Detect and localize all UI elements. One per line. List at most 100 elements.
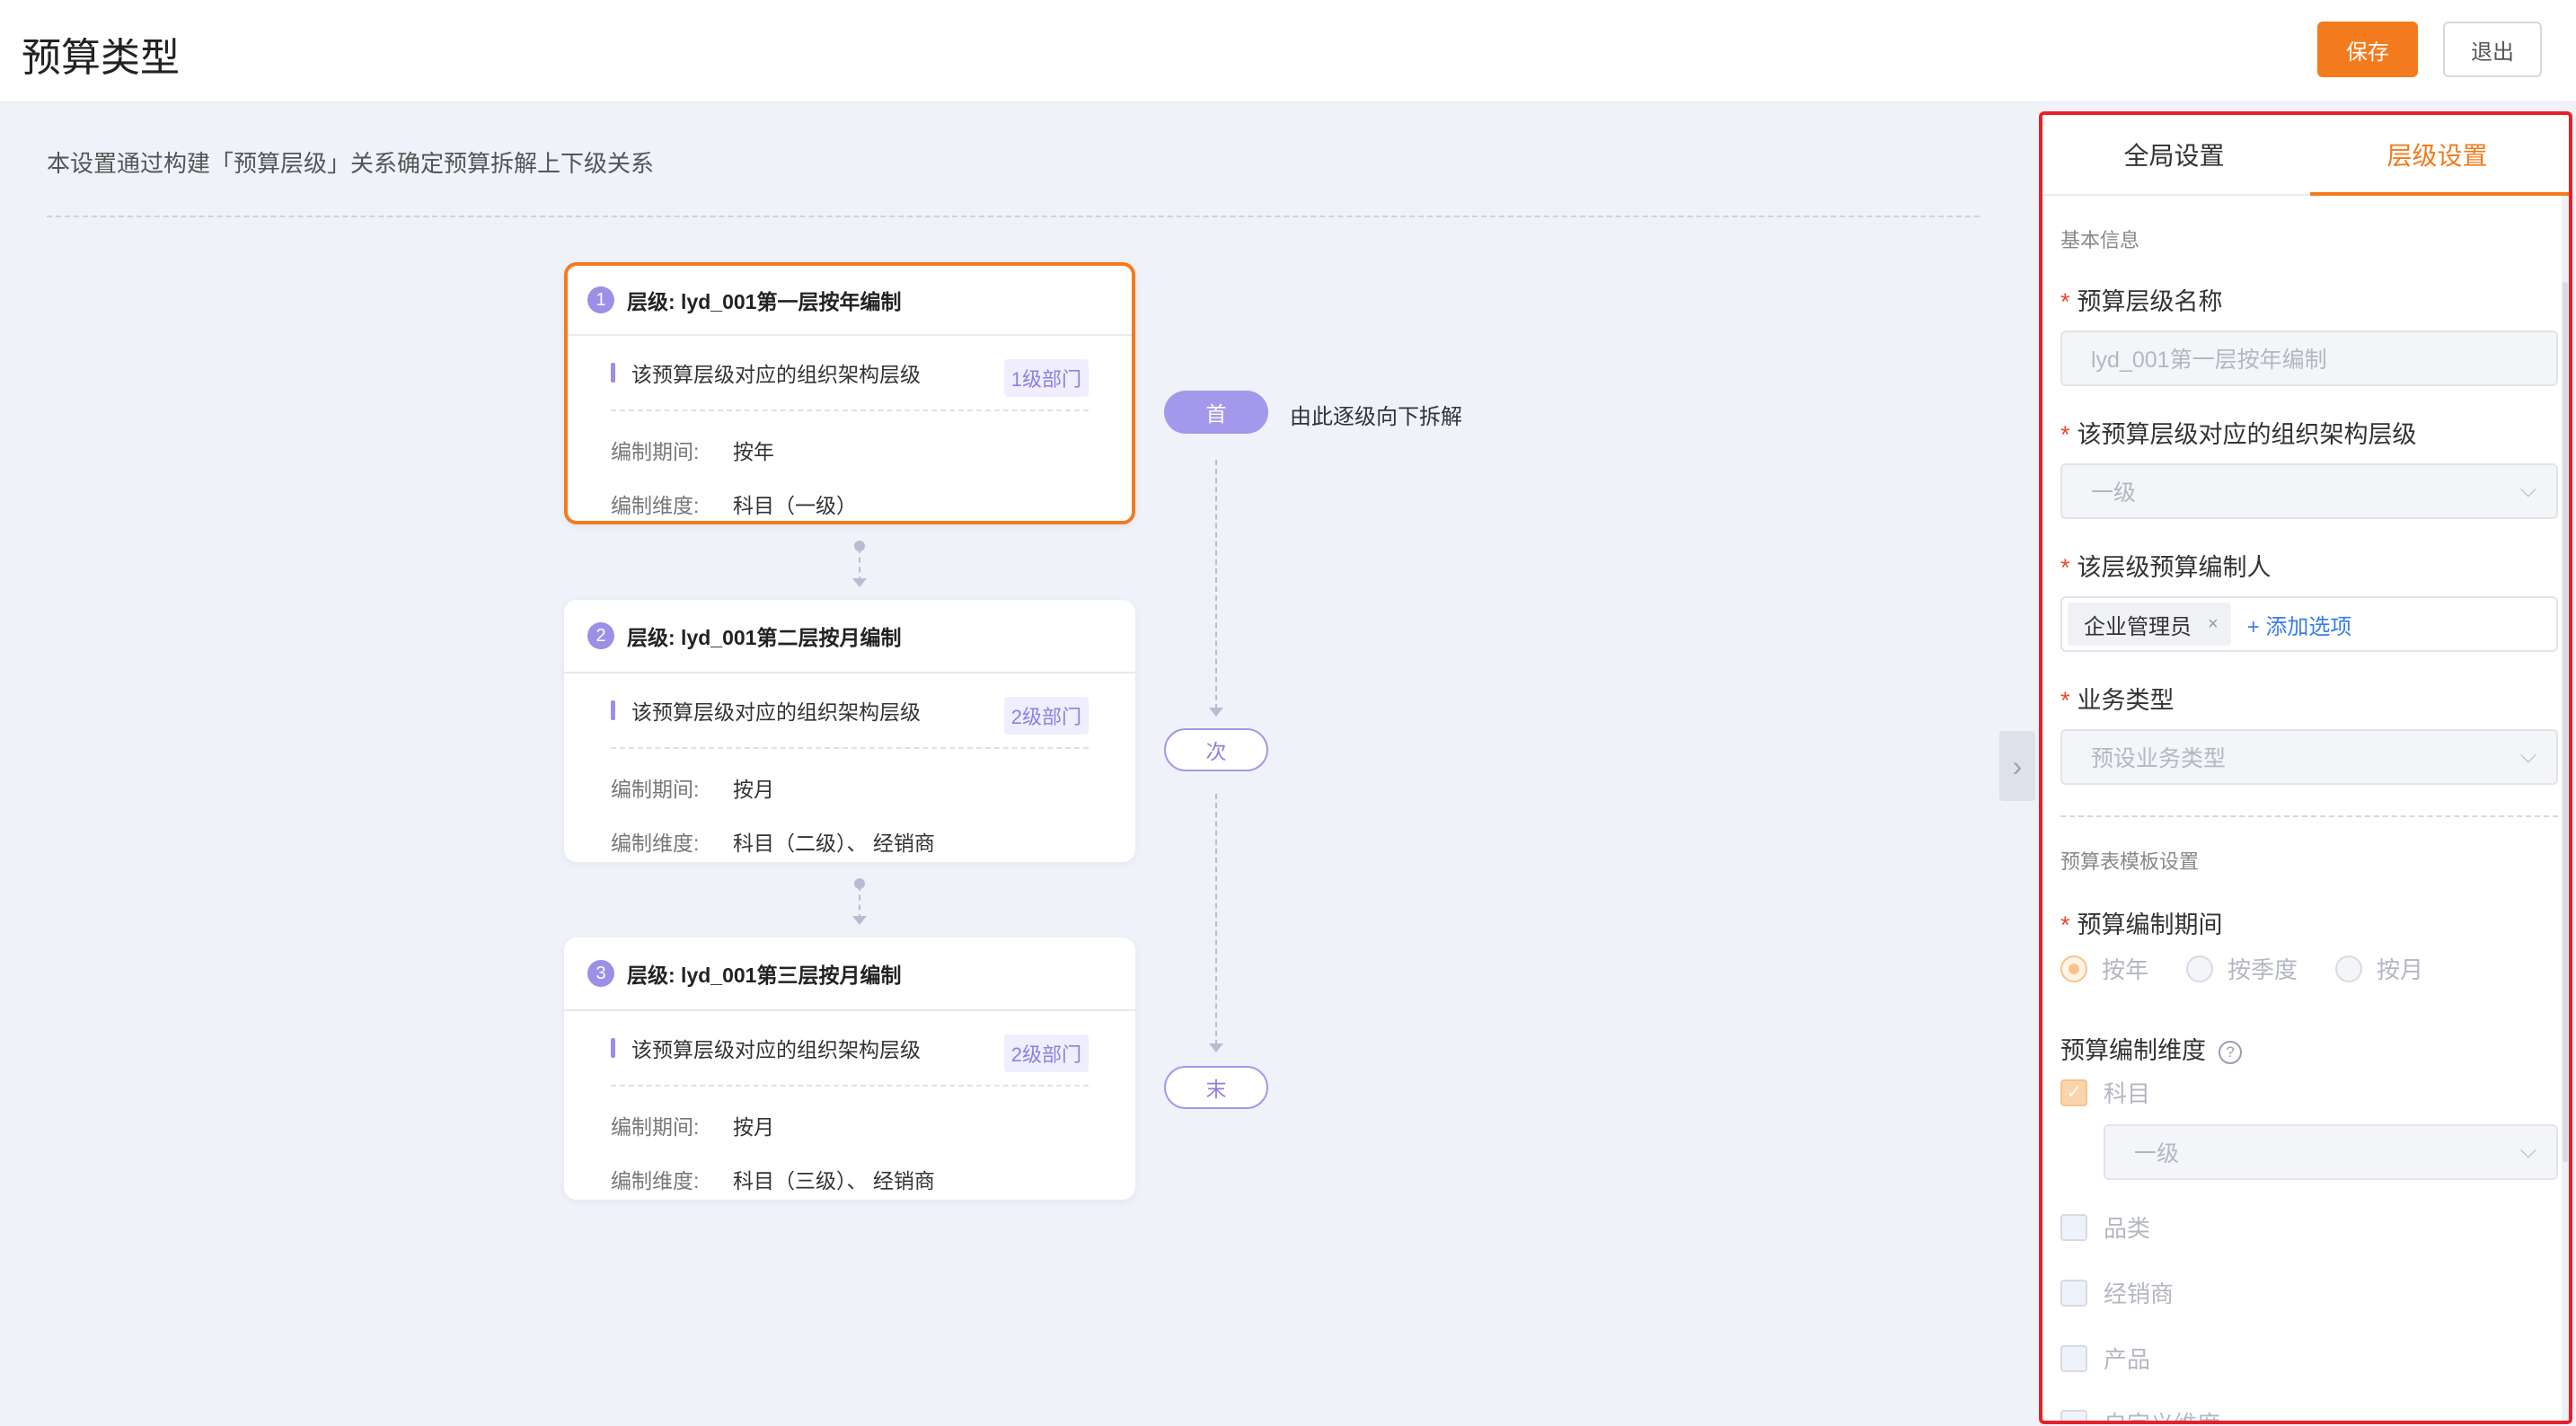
dimension-value: 科目（一级） [733,494,857,517]
flow-arrow-icon [1209,708,1223,717]
radio-quarterly[interactable]: 按季度 [2186,952,2298,985]
dimension-label: 预算编制维度? [2060,1031,2242,1066]
period-value: 按年 [733,440,774,463]
period-label: * 预算编制期间 [2060,911,2223,938]
chevron-down-icon: ⌵ [2519,744,2536,768]
required-mark: * [2060,554,2070,581]
subject-level-value: 一级 [2134,1141,2180,1166]
editor-tag-label: 企业管理员 [2084,614,2192,639]
flow-last-pill: 末 [1164,1066,1268,1109]
level-card-2[interactable]: 2 层级: lyd_001第二层按月编制 该预算层级对应的组织架构层级 2级部门… [564,600,1135,862]
flow-next-pill: 次 [1164,728,1268,771]
panel-scrollbar[interactable] [2562,196,2569,1421]
accent-bar [611,1038,615,1058]
dimension-key: 编制维度: [611,1169,700,1193]
help-icon[interactable]: ? [2219,1040,2242,1064]
org-level-label: 该预算层级对应的组织架构层级 [631,700,921,724]
checkbox-product[interactable]: 产品 [2060,1342,2150,1375]
flow-line [1215,460,1217,709]
subject-level-select[interactable]: 一级 ⌵ [2104,1124,2558,1180]
level-number-badge: 3 [587,960,614,987]
period-key: 编制期间: [611,778,700,801]
chevron-down-icon: ⌵ [2519,1139,2536,1163]
level-card-header: 1 层级: lyd_001第一层按年编制 [568,266,1132,336]
panel-tabs: 全局设置 层级设置 [2042,115,2569,196]
level-title: 层级: lyd_001第二层按月编制 [627,626,902,649]
checkbox-custom-dimension[interactable]: 自定义维度 [2060,1406,2220,1421]
required-mark: * [2060,288,2070,315]
period-key: 编制期间: [611,440,700,463]
settings-panel: 全局设置 层级设置 基本信息 * 预算层级名称 lyd_001第一层按年编制 * 该… [2039,111,2572,1424]
save-button[interactable]: 保存 [2317,22,2418,77]
exit-button[interactable]: 退出 [2443,22,2542,77]
org-level-tag: 1级部门 [1003,359,1089,397]
checkbox-subject[interactable]: ✓ 科目 [2060,1076,2150,1109]
section-divider [2060,815,2558,817]
tab-global-settings[interactable]: 全局设置 [2042,115,2306,194]
scroll-thumb[interactable] [2563,282,2568,1162]
period-value: 按月 [733,778,774,801]
dimension-key: 编制维度: [611,494,700,517]
editor-label: * 该层级预算编制人 [2060,554,2272,581]
checkbox-icon [2060,1213,2087,1241]
flow-arrow-icon [1209,1043,1223,1052]
flow-description: 由此逐级向下拆解 [1290,405,1462,429]
radio-icon [2335,955,2363,982]
checkbox-icon [2060,1409,2087,1421]
level-number-badge: 2 [587,622,614,649]
biz-type-select[interactable]: 预设业务类型 ⌵ [2060,729,2558,785]
divider [47,216,1980,217]
required-mark: * [2060,421,2070,448]
close-icon[interactable]: × [2208,614,2219,635]
section-title-basic: 基本信息 [2060,229,2140,251]
org-level-select-value: 一级 [2091,480,2137,506]
level-title: 层级: lyd_001第三层按月编制 [627,964,902,987]
accent-bar [611,700,615,720]
org-level-tag: 2级部门 [1003,1034,1089,1072]
level-number-badge: 1 [587,286,614,313]
checkbox-icon [2060,1279,2087,1307]
connector-arrow-icon [852,578,867,587]
accent-bar [611,363,615,383]
add-option-link[interactable]: + 添加选项 [2247,609,2352,640]
checkbox-distributor[interactable]: 经销商 [2060,1276,2174,1309]
level-card-header: 3 层级: lyd_001第三层按月编制 [564,937,1135,1011]
flow-first-pill: 首 [1164,391,1268,434]
flow-line [1215,794,1217,1045]
level-name-input[interactable]: lyd_001第一层按年编制 [2060,330,2558,386]
level-title: 层级: lyd_001第一层按年编制 [627,290,902,313]
connector-arrow-icon [852,916,867,925]
biz-type-label: * 业务类型 [2060,687,2175,714]
required-mark: * [2060,687,2070,714]
connector-line [859,548,860,582]
intro-text: 本设置通过构建「预算层级」关系确定预算拆解上下级关系 [47,150,655,177]
level-card-1[interactable]: 1 层级: lyd_001第一层按年编制 该预算层级对应的组织架构层级 1级部门… [564,262,1135,524]
period-value: 按月 [733,1115,774,1139]
dimension-key: 编制维度: [611,832,700,855]
dimension-value: 科目（三级）、 经销商 [733,1169,935,1193]
period-key: 编制期间: [611,1115,700,1139]
radio-yearly[interactable]: 按年 [2060,952,2148,985]
period-radio-group: 按年 按季度 按月 [2060,952,2461,985]
top-header: 预算类型 保存 退出 [0,0,2576,102]
level-card-header: 2 层级: lyd_001第二层按月编制 [564,600,1135,673]
tab-level-settings[interactable]: 层级设置 [2306,115,2569,194]
chevron-down-icon: ⌵ [2519,478,2536,502]
level-card-3[interactable]: 3 层级: lyd_001第三层按月编制 该预算层级对应的组织架构层级 2级部门… [564,937,1135,1200]
dimension-value: 科目（二级）、 经销商 [733,832,935,855]
level-name-label: * 预算层级名称 [2060,288,2223,315]
radio-monthly[interactable]: 按月 [2335,952,2423,985]
checkbox-category[interactable]: 品类 [2060,1210,2150,1244]
active-tab-indicator [2310,192,2569,196]
connector-line [859,885,860,920]
page-title: 预算类型 [22,36,180,80]
org-level-field-label: * 该预算层级对应的组织架构层级 [2060,421,2417,448]
chevron-right-icon: › [2012,749,2023,782]
org-level-select[interactable]: 一级 ⌵ [2060,463,2558,519]
org-level-label: 该预算层级对应的组织架构层级 [631,1038,921,1061]
panel-collapse-button[interactable]: › [1999,731,2035,801]
editor-tag-input[interactable]: 企业管理员 × + 添加选项 [2060,596,2558,652]
org-level-tag: 2级部门 [1003,697,1089,735]
radio-icon [2186,955,2214,982]
radio-checked-icon [2060,955,2087,982]
